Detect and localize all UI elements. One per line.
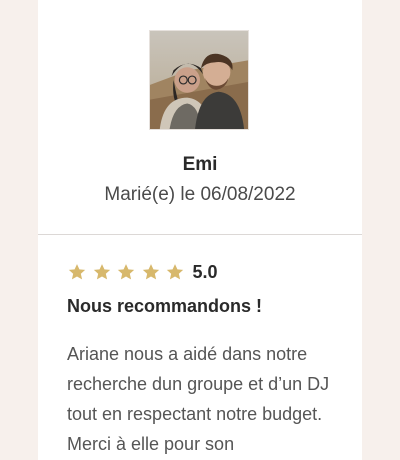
divider (38, 234, 362, 235)
rating-value: 5.0 (192, 261, 218, 282)
star-icon (141, 262, 161, 282)
reviewer-avatar (149, 30, 249, 130)
reviewer-name: Emi (182, 154, 218, 175)
card-top-edge (38, 0, 362, 6)
reviewer-photo-icon (150, 31, 248, 129)
rating-row: 5.0 (67, 258, 218, 286)
star-icon (165, 262, 185, 282)
star-icon (92, 262, 112, 282)
review-text: Ariane nous a aidé dans notre recherche … (67, 344, 330, 454)
review-title: Nous recommandons ! (67, 296, 263, 316)
star-icon (116, 262, 136, 282)
wedding-date: Marié(e) le 06/08/2022 (104, 184, 296, 205)
review-card: Emi Marié(e) le 06/08/2022 5.0 Nous reco… (38, 0, 362, 460)
star-icon (67, 262, 87, 282)
